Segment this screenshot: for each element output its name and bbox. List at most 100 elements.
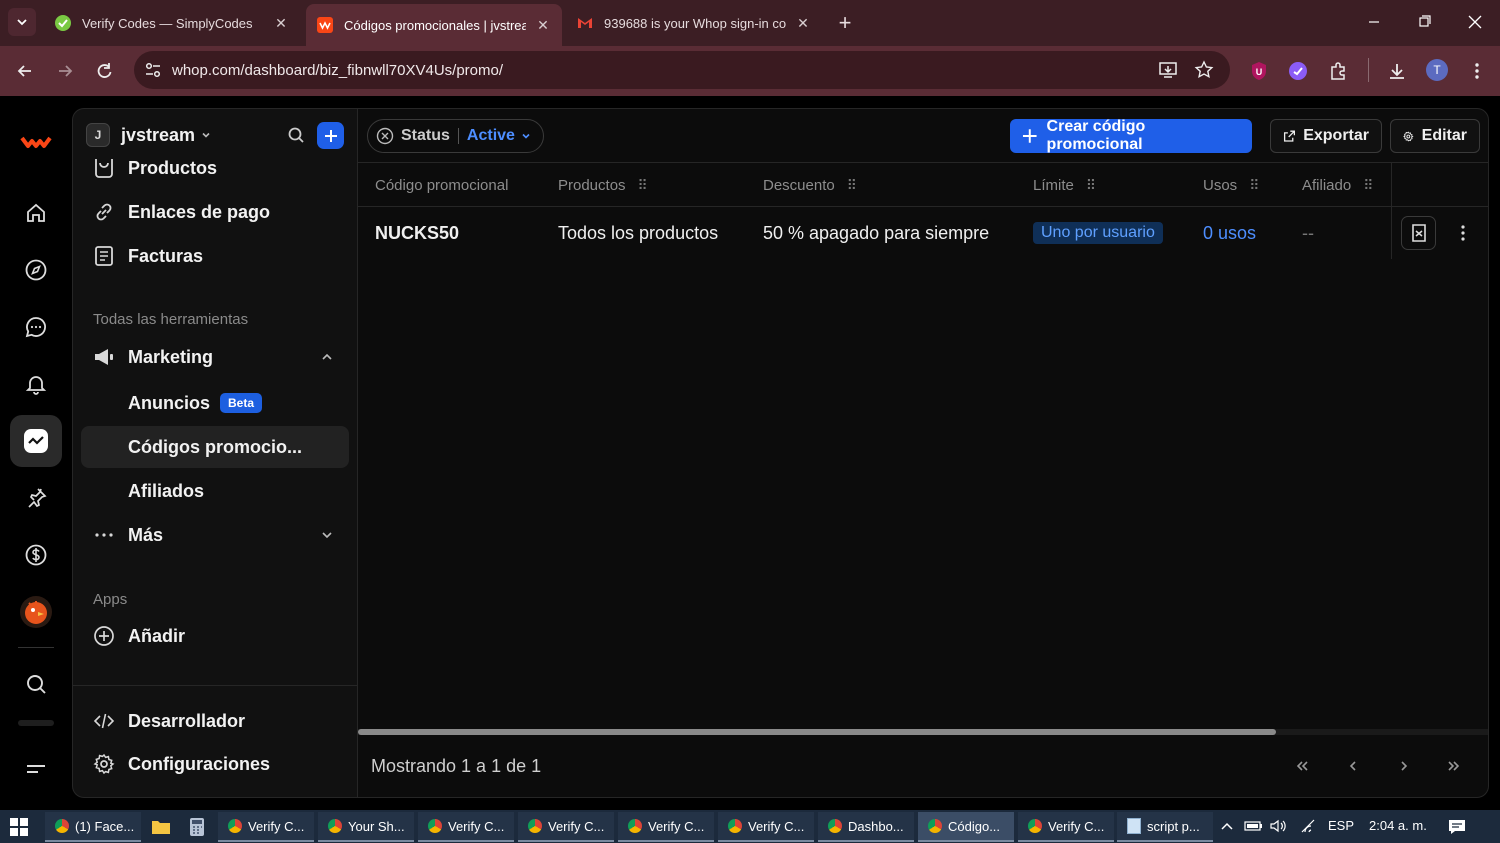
- whop-logo[interactable]: [10, 116, 62, 168]
- forward-button[interactable]: [54, 60, 76, 82]
- taskbar-item[interactable]: Verify C...: [718, 812, 814, 842]
- sidebar-item-afiliados[interactable]: Afiliados: [81, 470, 349, 512]
- tray-network[interactable]: [1300, 819, 1316, 833]
- minimize-button[interactable]: [1362, 12, 1386, 32]
- taskbar-item[interactable]: Verify C...: [618, 812, 714, 842]
- export-button[interactable]: Exportar: [1270, 119, 1382, 153]
- rail-dashboard[interactable]: [10, 415, 62, 467]
- sidebar-item-configuraciones[interactable]: Configuraciones: [81, 743, 349, 785]
- reload-button[interactable]: [93, 60, 115, 82]
- action-center-button[interactable]: [1448, 818, 1466, 836]
- sidebar-add-button[interactable]: [317, 122, 344, 149]
- close-icon[interactable]: ✕: [534, 17, 552, 34]
- taskbar-item[interactable]: script p...: [1117, 812, 1213, 842]
- drag-handle-icon[interactable]: ⠿: [1363, 177, 1373, 194]
- close-icon[interactable]: ✕: [794, 15, 812, 32]
- restore-icon: [1419, 15, 1431, 27]
- drag-handle-icon[interactable]: ⠿: [638, 177, 648, 194]
- taskbar-item-active[interactable]: Código...: [918, 812, 1014, 842]
- column-header-products[interactable]: Productos ⠿: [558, 163, 648, 207]
- restore-button[interactable]: [1412, 12, 1436, 32]
- tray-language[interactable]: ESP: [1328, 818, 1354, 833]
- rail-tools[interactable]: [10, 472, 62, 524]
- taskbar-item[interactable]: Verify C...: [418, 812, 514, 842]
- drag-handle-icon[interactable]: ⠿: [1249, 177, 1259, 194]
- site-settings-icon[interactable]: [144, 61, 162, 79]
- rail-notifications[interactable]: [10, 358, 62, 410]
- rail-home[interactable]: [10, 187, 62, 239]
- browser-menu-button[interactable]: [1466, 60, 1488, 82]
- column-header-code[interactable]: Código promocional: [375, 163, 508, 207]
- sidebar-search-button[interactable]: [286, 125, 306, 145]
- extensions-button[interactable]: [1327, 60, 1349, 82]
- new-tab-button[interactable]: +: [834, 10, 856, 36]
- taskbar-item[interactable]: Verify C...: [218, 812, 314, 842]
- back-button[interactable]: [14, 60, 36, 82]
- sidebar-item-anadir[interactable]: Añadir: [81, 615, 349, 657]
- ublock-extension-button[interactable]: U: [1248, 60, 1270, 82]
- taskbar-item[interactable]: Your Sh...: [318, 812, 414, 842]
- column-header-uses[interactable]: Usos ⠿: [1203, 163, 1259, 207]
- taskbar-file-explorer[interactable]: [151, 818, 171, 836]
- downloads-button[interactable]: [1386, 60, 1408, 82]
- clear-filter-icon[interactable]: [376, 127, 394, 145]
- rail-discover[interactable]: [10, 244, 62, 296]
- rail-community-avatar[interactable]: [10, 586, 62, 638]
- horizontal-scrollbar-thumb[interactable]: [358, 729, 1276, 735]
- tray-battery[interactable]: [1244, 819, 1264, 833]
- address-bar[interactable]: whop.com/dashboard/biz_fibnwll70XV4Us/pr…: [134, 51, 1230, 89]
- tray-clock[interactable]: 2:04 a. m.: [1369, 818, 1427, 833]
- sidebar-item-desarrollador[interactable]: Desarrollador: [81, 700, 349, 742]
- status-filter-chip[interactable]: Status Active: [367, 119, 544, 153]
- row-more-button[interactable]: [1455, 221, 1471, 245]
- last-page-button[interactable]: [1445, 757, 1463, 775]
- sidebar-item-codigos-promocionales[interactable]: Códigos promocio...: [81, 426, 349, 468]
- tab-search-button[interactable]: [8, 8, 36, 36]
- extension-purple-button[interactable]: [1287, 60, 1309, 82]
- taskbar-item[interactable]: Verify C...: [518, 812, 614, 842]
- tab-title: 939688 is your Whop sign-in code: [604, 15, 786, 31]
- create-promo-code-button[interactable]: Crear código promocional: [1010, 118, 1252, 153]
- drag-handle-icon[interactable]: ⠿: [1086, 177, 1096, 194]
- sidebar-item-mas[interactable]: Más: [81, 514, 349, 556]
- install-app-icon[interactable]: [1158, 60, 1178, 80]
- rail-messages[interactable]: [10, 301, 62, 353]
- browser-tab-promo-codes[interactable]: Códigos promocionales | jvstream ✕: [306, 4, 562, 46]
- taskbar-item[interactable]: Dashbo...: [818, 812, 914, 842]
- sidebar-item-facturas[interactable]: Facturas: [81, 235, 349, 277]
- column-header-limit[interactable]: Límite ⠿: [1033, 163, 1096, 207]
- chrome-icon: [528, 819, 542, 833]
- workspace-switcher[interactable]: jvstream: [121, 123, 211, 147]
- column-header-affiliate[interactable]: Afiliado ⠿: [1302, 163, 1373, 207]
- browser-tab-simplycodes[interactable]: Verify Codes — SimplyCodes ✕: [44, 6, 300, 40]
- sidebar-item-productos[interactable]: Productos: [81, 147, 349, 189]
- edit-button[interactable]: Editar: [1390, 119, 1480, 153]
- bookmark-star-icon[interactable]: [1194, 60, 1214, 80]
- filter-value: Active: [466, 127, 515, 144]
- chevron-down-icon: [322, 532, 332, 539]
- next-page-button[interactable]: [1395, 757, 1413, 775]
- close-icon[interactable]: ✕: [272, 15, 290, 32]
- previous-page-button[interactable]: [1344, 757, 1362, 775]
- first-page-button[interactable]: [1293, 757, 1311, 775]
- rail-payments[interactable]: [10, 529, 62, 581]
- start-button[interactable]: [10, 818, 28, 836]
- tray-volume[interactable]: [1270, 819, 1288, 833]
- column-header-discount[interactable]: Descuento ⠿: [763, 163, 857, 207]
- sidebar-item-anuncios[interactable]: Anuncios Beta: [81, 382, 349, 424]
- taskbar-item[interactable]: (1) Face...: [45, 812, 141, 842]
- sidebar-item-enlaces-de-pago[interactable]: Enlaces de pago: [81, 191, 349, 233]
- sidebar-item-marketing[interactable]: Marketing: [81, 336, 349, 378]
- browser-tab-gmail[interactable]: 939688 is your Whop sign-in code ✕: [566, 6, 822, 40]
- taskbar-calculator[interactable]: [189, 817, 205, 837]
- row-action-qr-button[interactable]: [1401, 216, 1436, 250]
- drag-handle-icon[interactable]: ⠿: [847, 177, 857, 194]
- rail-collapse[interactable]: [10, 743, 62, 795]
- profile-avatar[interactable]: T: [1426, 59, 1448, 81]
- rail-search[interactable]: [10, 658, 62, 710]
- close-window-button[interactable]: [1463, 12, 1487, 32]
- double-chevron-left-icon: [1296, 761, 1308, 771]
- tray-overflow-button[interactable]: [1220, 820, 1234, 832]
- cell-uses[interactable]: 0 usos: [1203, 207, 1256, 259]
- taskbar-item[interactable]: Verify C...: [1018, 812, 1114, 842]
